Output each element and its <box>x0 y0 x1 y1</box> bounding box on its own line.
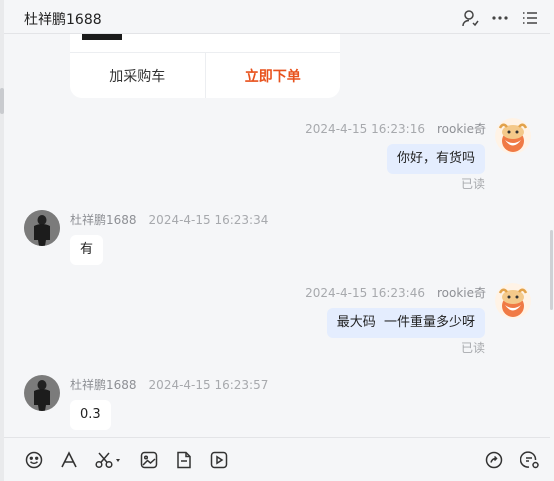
message-time: 2024-4-15 16:23:34 <box>148 213 269 227</box>
avatar[interactable] <box>24 375 60 411</box>
read-status: 已读 <box>460 341 485 355</box>
add-to-cart-button[interactable]: 加采购车 <box>70 53 206 98</box>
message-meta: 杜祥鹏1688 2024-4-15 16:23:34 <box>70 211 268 228</box>
sender-name: rookie奇 <box>436 122 486 136</box>
message-time: 2024-4-15 16:23:16 <box>305 122 425 136</box>
buy-now-button[interactable]: 立即下单 <box>206 53 341 98</box>
message-bubble[interactable]: 有 <box>70 235 104 265</box>
message-time: 2024-4-15 16:23:57 <box>148 378 269 392</box>
scissors-icon[interactable] <box>94 450 124 470</box>
product-card: 加采购车 立即下单 <box>70 34 340 98</box>
avatar[interactable] <box>24 210 60 246</box>
message-bubble[interactable]: 最大码 一件重量多少呀 <box>326 308 485 338</box>
sender-name: 杜祥鹏1688 <box>70 378 137 392</box>
text-format-icon[interactable] <box>59 450 79 470</box>
message-meta: 2024-4-15 16:23:16 rookie奇 <box>305 120 486 137</box>
composer-toolbar <box>4 437 550 481</box>
image-icon[interactable] <box>139 450 159 470</box>
message-bubble[interactable]: 0.3 <box>70 400 111 430</box>
menu-list-icon[interactable] <box>520 8 540 28</box>
chat-header: 杜祥鹏1688 <box>4 0 550 34</box>
read-status: 已读 <box>460 177 485 191</box>
message-meta: 2024-4-15 16:23:46 rookie奇 <box>305 284 486 301</box>
message-meta: 杜祥鹏1688 2024-4-15 16:23:57 <box>70 376 268 393</box>
sender-name: rookie奇 <box>436 286 486 300</box>
sender-name: 杜祥鹏1688 <box>70 213 137 227</box>
message-bubble[interactable]: 你好，有货吗 <box>386 144 485 174</box>
chat-title: 杜祥鹏1688 <box>24 12 102 28</box>
emoji-icon[interactable] <box>24 450 44 470</box>
avatar[interactable] <box>495 118 531 154</box>
share-icon[interactable] <box>484 450 504 470</box>
profile-icon[interactable] <box>460 8 480 28</box>
resize-handle[interactable] <box>0 88 4 114</box>
product-image <box>82 34 122 40</box>
video-icon[interactable] <box>209 450 229 470</box>
window-left-edge <box>0 0 4 481</box>
avatar[interactable] <box>495 283 531 319</box>
message-time: 2024-4-15 16:23:46 <box>305 286 425 300</box>
chat-settings-icon[interactable] <box>520 450 540 470</box>
file-icon[interactable] <box>174 450 194 470</box>
more-icon[interactable] <box>490 8 510 28</box>
scrollbar[interactable] <box>550 230 553 310</box>
